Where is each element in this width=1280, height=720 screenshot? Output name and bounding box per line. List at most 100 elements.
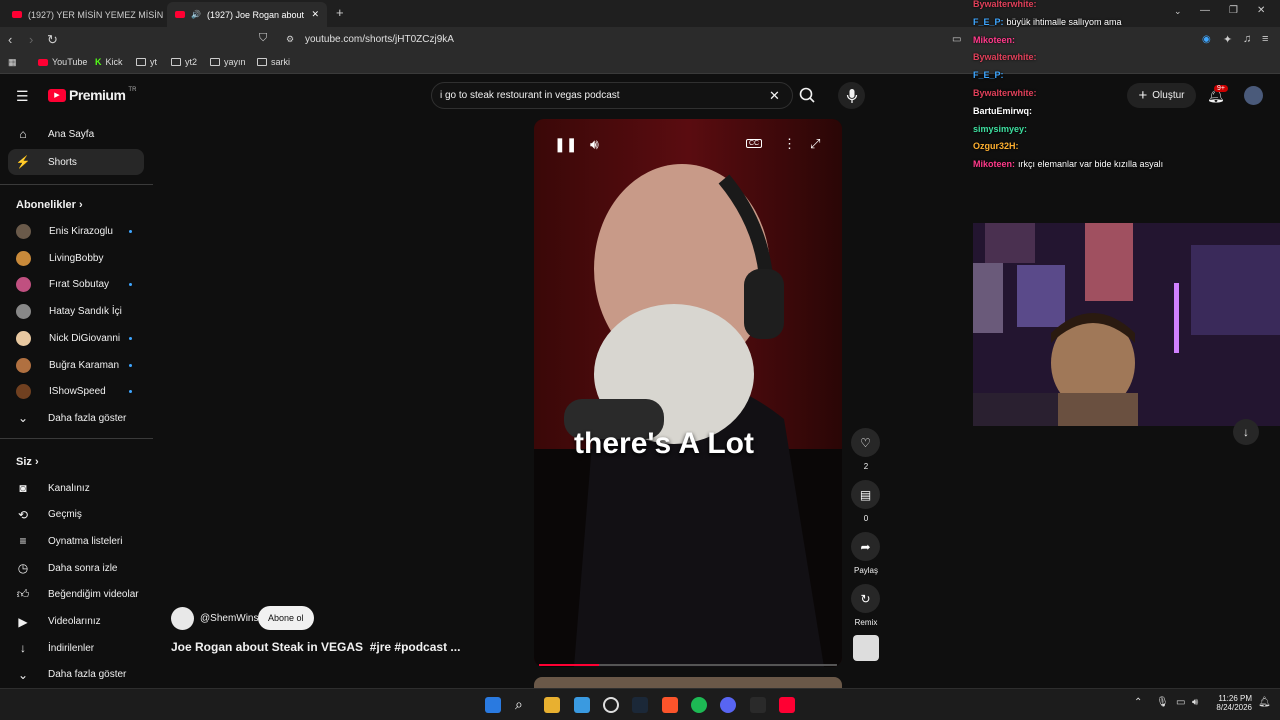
bookmark-yayin[interactable]: yayın (210, 57, 246, 67)
comments-button[interactable]: ▤ (851, 480, 880, 509)
comment-icon: ▤ (859, 487, 872, 502)
like-button[interactable]: ♡ (851, 428, 880, 457)
sound-thumbnail[interactable] (853, 635, 879, 661)
share-button[interactable]: ➦ (851, 532, 880, 561)
search-box[interactable]: i go to steak restourant in vegas podcas… (431, 82, 793, 109)
menu-icon[interactable]: ≡ (1262, 33, 1268, 45)
channel-name[interactable]: @ShemWins (200, 613, 259, 624)
sidebar-subscription-item[interactable]: LivingBobby (16, 250, 103, 266)
sidebar-item-home[interactable]: ⌂ Ana Sayfa (16, 127, 94, 141)
volume-tray-icon[interactable]: 🔊︎ (1192, 697, 1198, 708)
bookmark-kick[interactable]: K Kick (95, 57, 123, 67)
sidebar-subscription-item[interactable]: Fırat Sobutay (16, 277, 109, 293)
music-icon[interactable]: ♫ (1243, 33, 1251, 45)
subscribe-button[interactable]: Abone ol (258, 606, 314, 630)
search-button[interactable] (793, 82, 825, 109)
bookmark-yt2[interactable]: yt2 (171, 57, 197, 67)
minimize-button[interactable]: — (1200, 5, 1210, 16)
clear-search-icon[interactable]: ✕ (769, 88, 780, 104)
subscriptions-header[interactable]: Abonelikler › (16, 199, 83, 211)
brave-browser-icon[interactable] (662, 697, 678, 713)
hamburger-menu-icon[interactable]: ☰ (16, 88, 29, 105)
bookmark-youtube[interactable]: YouTube (38, 57, 87, 67)
sidebar-item-you[interactable]: ◷ Daha sonra izle (16, 561, 118, 575)
arrow-down-icon: ↓ (1243, 425, 1249, 439)
sidebar-subscription-item[interactable]: Buğra Karaman (16, 357, 119, 373)
sidebar-item-you[interactable]: ◙ Kanalınız (16, 481, 89, 495)
maximize-button[interactable]: ❐ (1229, 5, 1238, 16)
discord-icon[interactable] (720, 697, 736, 713)
channel-avatar[interactable] (171, 607, 194, 630)
share-label: Paylaş (853, 566, 878, 575)
search-input[interactable]: i go to steak restourant in vegas podcas… (440, 90, 620, 101)
back-icon[interactable]: ‹ (8, 32, 12, 47)
volume-button[interactable]: 🔊︎ (590, 136, 599, 153)
tab-list-icon[interactable]: ⌄ (1174, 6, 1182, 17)
plus-icon: + (1138, 87, 1148, 104)
voice-search-button[interactable] (838, 82, 865, 109)
extensions-icon[interactable]: ✦ (1223, 33, 1232, 46)
pause-button[interactable]: ❚❚ (554, 136, 577, 153)
obs-icon[interactable] (603, 697, 619, 713)
youtube-premium-logo[interactable]: ▶ Premium TR (48, 87, 136, 103)
youtube-app-icon[interactable] (779, 697, 795, 713)
sidebar-item-you[interactable]: ⟲ Geçmiş (16, 508, 82, 522)
terminal-icon[interactable] (750, 697, 766, 713)
new-tab-button[interactable]: + (336, 5, 344, 20)
progress-track[interactable] (539, 664, 837, 666)
notifications-button[interactable]: 🔔︎ 9+ (1207, 85, 1228, 104)
microphone-tray-icon[interactable]: 🎙︎ (1156, 697, 1169, 708)
url-field[interactable]: youtube.com/shorts/jHT0ZCzj9kA (305, 34, 454, 45)
kick-icon: K (95, 57, 102, 67)
account-avatar[interactable] (1244, 86, 1263, 105)
fullscreen-button[interactable]: ⤢ (810, 136, 820, 152)
subscriptions-show-more[interactable]: ⌄ Daha fazla göster (16, 411, 126, 425)
sidebar-subscription-item[interactable]: Hatay Sandık İçi (16, 304, 122, 320)
short-video-player[interactable]: ❚❚ 🔊︎ CC ⋮ ⤢ there's A Lot (534, 119, 842, 667)
sidebar-subscription-item[interactable]: Enis Kirazoglu (16, 224, 113, 239)
short-title[interactable]: Joe Rogan about Steak in VEGAS #jre #pod… (171, 640, 460, 654)
search-icon[interactable]: ⌕ (515, 696, 531, 712)
sidebar-item-you[interactable]: ≡ Oynatma listeleri (16, 534, 122, 548)
clock[interactable]: 11:26 PM 8/24/2026 (1212, 694, 1252, 712)
close-window-button[interactable]: ✕ (1257, 5, 1265, 16)
sidebar-item-shorts[interactable]: ⚡ Shorts (16, 155, 77, 169)
chevron-down-icon: ⌄ (17, 667, 29, 682)
spotify-icon[interactable] (691, 697, 707, 713)
photos-icon[interactable] (574, 697, 590, 713)
tray-chevron-icon[interactable]: ⌃ (1134, 697, 1142, 708)
network-icon[interactable]: ▭ (1176, 697, 1185, 708)
video-icon: ▶ (18, 614, 28, 629)
next-short-preview[interactable] (534, 677, 842, 688)
close-tab-icon[interactable]: ✕ (311, 9, 319, 20)
bookmark-icon[interactable]: ⛉ (259, 32, 267, 45)
create-button[interactable]: + Oluştur (1127, 83, 1196, 108)
sidebar-item-you[interactable]: ⌄ Daha fazla göster (16, 668, 126, 682)
steam-icon[interactable] (632, 697, 648, 713)
forward-icon[interactable]: › (29, 32, 33, 47)
cast-icon[interactable]: ▭ (952, 34, 961, 45)
reload-icon[interactable]: ↻ (47, 32, 58, 48)
audio-icon[interactable]: ◉ (1202, 34, 1211, 45)
notification-center-icon[interactable]: 🔔︎ (1258, 697, 1271, 708)
site-info-icon[interactable]: ⚙ (286, 34, 294, 45)
sidebar-item-you[interactable]: ↓ İndirilenler (16, 641, 94, 655)
tab-title: (1927) YER MİSİN YEMEZ MİSİN SERİ (28, 9, 164, 20)
browser-tab-1[interactable]: (1927) YER MİSİN YEMEZ MİSİN SERİ (4, 2, 164, 27)
webcam-overlay (973, 223, 1280, 426)
more-options-button[interactable]: ⋮ (783, 136, 796, 152)
captions-button[interactable]: CC (746, 139, 763, 148)
windows-start-icon[interactable] (485, 697, 501, 713)
bookmark-yt[interactable]: yt (136, 57, 157, 67)
bookmark-sarki[interactable]: sarki (257, 57, 290, 67)
file-explorer-icon[interactable] (544, 697, 560, 713)
browser-tab-2[interactable]: 🔊 (1927) Joe Rogan about Steak ✕ (167, 2, 327, 27)
you-header[interactable]: Siz › (16, 456, 39, 468)
remix-button[interactable]: ↻ (851, 584, 880, 613)
sidebar-item-you[interactable]: 👍︎ Beğendiğim videolar (16, 587, 139, 602)
sidebar-subscription-item[interactable]: IShowSpeed (16, 384, 106, 400)
sidebar-subscription-item[interactable]: Nick DiGiovanni (16, 330, 120, 346)
scroll-down-button[interactable]: ↓ (1233, 419, 1259, 445)
apps-icon[interactable]: ▦ (8, 57, 17, 68)
sidebar-item-you[interactable]: ▶ Videolarınız (16, 614, 100, 629)
